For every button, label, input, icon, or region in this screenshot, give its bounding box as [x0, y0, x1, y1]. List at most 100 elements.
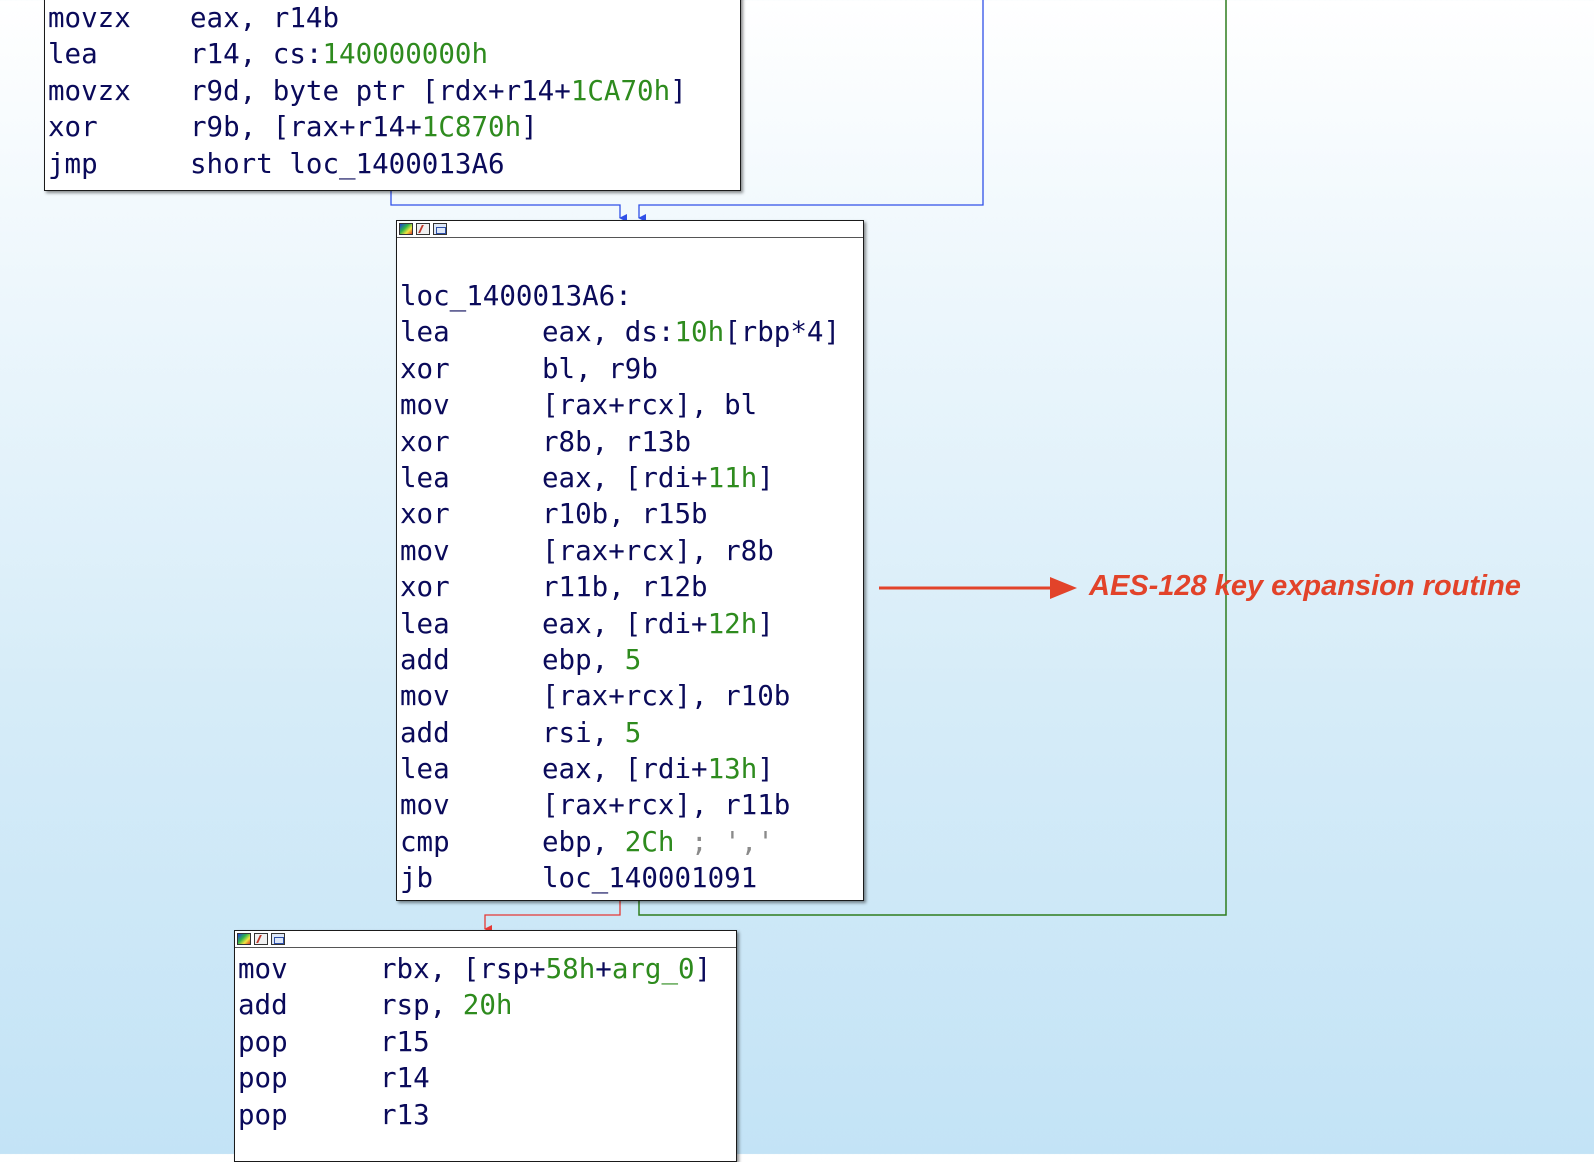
edit-icon[interactable]: [254, 933, 268, 945]
instruction-line[interactable]: jb loc_140001091: [400, 860, 863, 896]
instruction-line[interactable]: pop r15: [238, 1024, 736, 1060]
code-block-epilogue[interactable]: mov rbx, [rsp+58h+arg_0]add rsp, 20h pop r15…: [234, 930, 737, 1162]
mnemonic: mov: [238, 953, 288, 985]
operand-text: r11b, r12b: [542, 571, 708, 604]
operand-text: ]: [670, 74, 687, 107]
operands: rsp, 20h: [380, 987, 512, 1023]
instruction-line[interactable]: lea eax, [rdi+12h]: [400, 606, 863, 642]
edit-icon[interactable]: [416, 223, 430, 235]
operand-text: eax, r14b: [190, 2, 340, 34]
mnemonic: pop: [238, 1098, 288, 1131]
mnemonic: jb: [400, 862, 434, 895]
instruction-line[interactable]: xor bl, r9b: [400, 351, 863, 387]
operand-text: r10b, r15b: [542, 498, 708, 531]
block-header-bar: [235, 931, 736, 948]
instruction-line[interactable]: mov [rax+rcx], bl: [400, 387, 863, 423]
instruction-line[interactable]: add rsi, 5: [400, 715, 863, 751]
mnemonic: lea: [400, 607, 450, 640]
operand-text: rbx, [rsp+: [380, 953, 546, 985]
immediate-value: 140000000h: [322, 38, 489, 71]
operands: [rax+rcx], bl: [542, 387, 757, 423]
operand-text: loc_140001091: [542, 862, 758, 895]
operand-text: ebp,: [542, 825, 625, 858]
mnemonic: xor: [48, 111, 98, 144]
instruction-line[interactable]: mov [rax+rcx], r10b: [400, 678, 863, 714]
operand-text: eax, ds:: [542, 316, 675, 349]
code-listing: mov rbx, [rsp+58h+arg_0]add rsp, 20h pop r15…: [235, 948, 736, 1133]
graph-icon[interactable]: [271, 933, 285, 945]
instruction-line[interactable]: mov [rax+rcx], r8b: [400, 533, 863, 569]
operand-text: ebp,: [542, 643, 625, 676]
operands: eax, [rdi+13h]: [542, 751, 774, 787]
code-listing: loc_1400013A6: lea eax, ds:10h[rbp*4] xor b…: [397, 238, 863, 897]
mnemonic: lea: [400, 461, 450, 494]
mnemonic: mov: [400, 389, 450, 422]
color-palette-icon[interactable]: [399, 223, 413, 235]
instruction-line[interactable]: jmp short loc_1400013A6: [48, 146, 740, 182]
operands: eax, [rdi+12h]: [542, 606, 774, 642]
operands: r9b, [rax+r14+1C870h]: [190, 109, 538, 145]
immediate-value: 11h: [707, 461, 758, 494]
instruction-line[interactable]: add rsp, 20h: [238, 987, 736, 1023]
instruction-line[interactable]: pop r13: [238, 1097, 736, 1133]
operands: ebp, 2Ch ; ',': [542, 824, 774, 860]
operand-text: bl, r9b: [542, 352, 658, 385]
operands: r9d, byte ptr [rdx+r14+1CA70h]: [190, 73, 687, 109]
immediate-value: 5: [624, 643, 642, 676]
mnemonic: pop: [238, 1025, 288, 1058]
instruction-line[interactable]: lea r14, cs:140000000h: [48, 36, 740, 72]
color-palette-icon[interactable]: [237, 933, 251, 945]
instruction-line[interactable]: lea eax, [rdi+11h]: [400, 460, 863, 496]
mnemonic: lea: [400, 753, 450, 786]
instruction-line[interactable]: xor r11b, r12b: [400, 569, 863, 605]
operand-text: r9d, byte ptr [rdx+r14+: [190, 74, 571, 107]
graph-icon[interactable]: [433, 223, 447, 235]
block-label[interactable]: loc_1400013A6:: [400, 278, 863, 314]
instruction-line[interactable]: mov [rax+rcx], r11b: [400, 787, 863, 823]
operands: r14: [380, 1060, 430, 1096]
mnemonic: movzx: [48, 74, 131, 107]
instruction-line[interactable]: xor r8b, r13b: [400, 424, 863, 460]
instruction-line[interactable]: movzx r9d, byte ptr [rdx+r14+1CA70h]: [48, 73, 740, 109]
immediate-value: 10h: [674, 316, 725, 349]
operand-text: rsp,: [380, 989, 463, 1022]
instruction-line[interactable]: movzx eax, r14b: [48, 0, 740, 36]
instruction-line[interactable]: xor r9b, [rax+r14+1C870h]: [48, 109, 740, 145]
instruction-line[interactable]: lea eax, ds:10h[rbp*4]: [400, 314, 863, 350]
operand-text: r14, cs:: [190, 38, 323, 71]
edge-false-branch[interactable]: [484, 900, 621, 933]
operand-text: [rax+rcx], r11b: [542, 789, 791, 822]
operands: eax, r14b: [190, 0, 339, 36]
operand-text: ]: [757, 461, 774, 494]
mnemonic: add: [400, 643, 450, 676]
instruction-line[interactable]: lea eax, [rdi+13h]: [400, 751, 863, 787]
operand-text: r15: [380, 1025, 430, 1058]
instruction-line[interactable]: cmp ebp, 2Ch ; ',': [400, 824, 863, 860]
operand-text: +: [595, 953, 612, 985]
operand-text: ]: [757, 607, 774, 640]
mnemonic: lea: [400, 316, 450, 349]
operand-text: r13: [380, 1098, 430, 1131]
instruction-line[interactable]: mov rbx, [rsp+58h+arg_0]: [238, 951, 736, 987]
operand-text: eax, [rdi+: [542, 607, 708, 640]
instruction-line[interactable]: add ebp, 5: [400, 642, 863, 678]
mnemonic: add: [238, 989, 288, 1022]
immediate-value: arg_0: [611, 953, 695, 985]
operands: r14, cs:140000000h: [190, 36, 488, 72]
operand-text: ]: [757, 753, 774, 786]
mnemonic: add: [400, 716, 450, 749]
operand-text: r8b, r13b: [542, 425, 692, 458]
instruction-line[interactable]: pop r14: [238, 1060, 736, 1096]
code-block-loc-1400013a6[interactable]: loc_1400013A6: lea eax, ds:10h[rbp*4] xor b…: [396, 220, 864, 901]
instruction-line[interactable]: xor r10b, r15b: [400, 496, 863, 532]
operands: eax, [rdi+11h]: [542, 460, 774, 496]
mnemonic: xor: [400, 498, 450, 531]
block-header-bar: [397, 221, 863, 238]
mnemonic: jmp: [48, 147, 98, 180]
operands: eax, ds:10h[rbp*4]: [542, 314, 840, 350]
code-block-top[interactable]: movzx eax, r14b lea r14, cs:140000000h movzx…: [44, 0, 741, 191]
immediate-value: 5: [624, 716, 642, 749]
operands: [rax+rcx], r11b: [542, 787, 790, 823]
edge-jmp-to-loc[interactable]: [390, 190, 627, 222]
operands: rbx, [rsp+58h+arg_0]: [380, 951, 711, 987]
